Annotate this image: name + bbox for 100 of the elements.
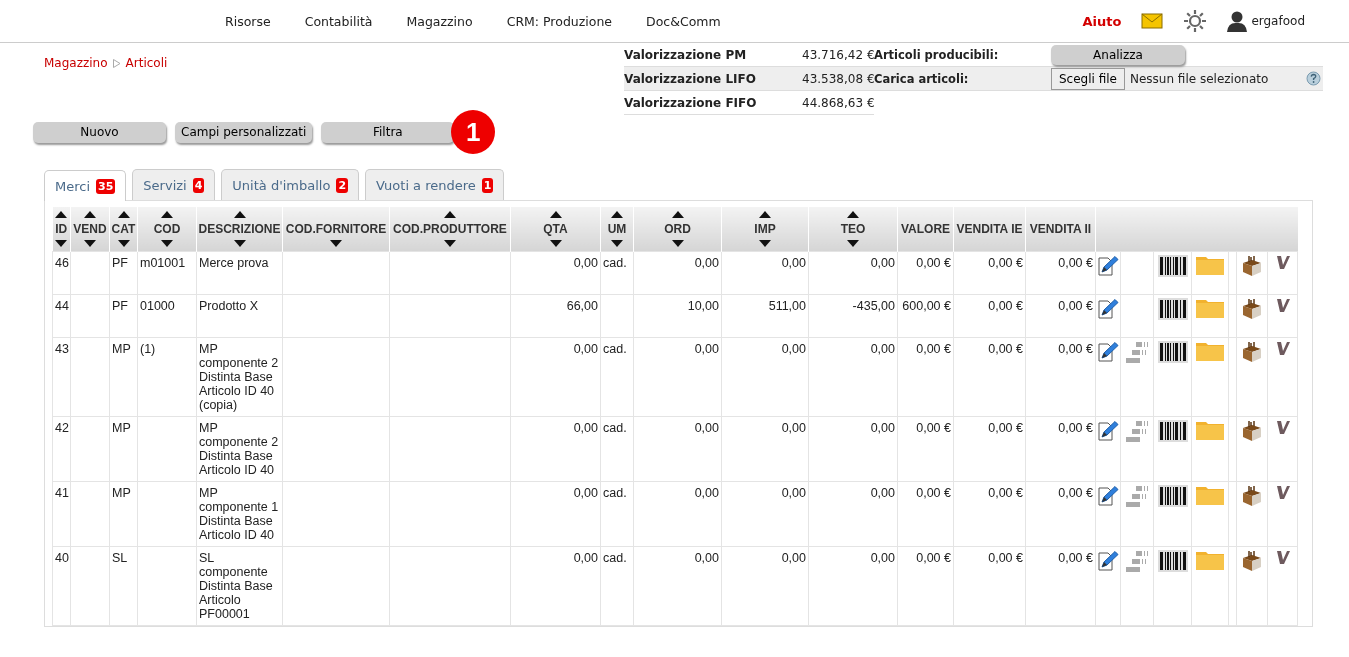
v-icon[interactable]: [1275, 341, 1290, 355]
barcode-icon[interactable]: [1157, 420, 1188, 442]
sort-up-icon[interactable]: [759, 211, 771, 218]
sort-down-icon[interactable]: [161, 240, 173, 247]
barcode-icon[interactable]: [1157, 255, 1188, 277]
column-header[interactable]: COD: [137, 207, 197, 252]
barcode-icon[interactable]: [1157, 341, 1188, 363]
action-button[interactable]: Campi personalizzati: [175, 121, 313, 143]
barcode-icon[interactable]: [1157, 298, 1188, 320]
tab[interactable]: Servizi 4: [132, 169, 216, 200]
barcode-icon[interactable]: [1157, 485, 1188, 507]
table-cell: 0,00 €: [988, 551, 1023, 565]
valuation-value: 43.716,42 €: [802, 47, 874, 62]
nav-link[interactable]: Doc&Comm: [646, 13, 721, 29]
table-cell: 0,00: [781, 421, 806, 435]
choose-file-button[interactable]: Scegli file: [1051, 67, 1125, 90]
analyze-button[interactable]: Analizza: [1051, 44, 1185, 65]
edit-pencil-icon[interactable]: [1097, 298, 1119, 320]
warehouse-box-icon[interactable]: [1241, 420, 1263, 442]
v-icon[interactable]: [1275, 550, 1290, 564]
sort-up-icon[interactable]: [117, 211, 130, 218]
tab[interactable]: Vuoti a rendere 1: [365, 169, 505, 200]
edit-pencil-icon[interactable]: [1097, 485, 1119, 507]
settings-icon[interactable]: [1183, 9, 1208, 33]
table-cell: 0,00: [694, 256, 719, 270]
column-title: DESCRIZIONE: [198, 222, 281, 236]
v-icon[interactable]: [1275, 255, 1290, 269]
sort-up-icon[interactable]: [671, 211, 684, 218]
table-cell: 0,00 €: [1058, 486, 1093, 500]
tab[interactable]: Unità d'imballo 2: [221, 169, 360, 200]
table-cell: PF: [112, 256, 128, 270]
warehouse-box-icon[interactable]: [1241, 255, 1263, 277]
column-header[interactable]: TEO: [808, 207, 898, 252]
column-title: COD.FORNITORE: [285, 222, 387, 236]
warehouse-box-icon[interactable]: [1241, 298, 1263, 320]
column-header[interactable]: ID: [52, 207, 71, 252]
help-link[interactable]: Aiuto: [1082, 13, 1122, 29]
sort-down-icon[interactable]: [847, 240, 859, 247]
column-header[interactable]: COD.PRODUTTORE: [389, 207, 511, 252]
breadcrumb-link[interactable]: Articoli: [125, 56, 168, 70]
column-header[interactable]: QTA: [510, 207, 601, 252]
breadcrumb-link[interactable]: Magazzino: [44, 56, 108, 70]
envelope-icon[interactable]: [1141, 13, 1164, 29]
action-button[interactable]: Nuovo: [33, 121, 166, 143]
edit-pencil-icon[interactable]: [1097, 255, 1119, 277]
column-header[interactable]: UM: [600, 207, 634, 252]
table-cell: 0,00: [694, 551, 719, 565]
column-header[interactable]: VEND: [70, 207, 110, 252]
column-header[interactable]: COD.FORNITORE: [282, 207, 390, 252]
sort-up-icon[interactable]: [444, 211, 456, 218]
edit-pencil-icon[interactable]: [1097, 420, 1119, 442]
column-header[interactable]: ORD: [633, 207, 722, 252]
action-button[interactable]: Filtra: [321, 121, 455, 143]
table-cell: 0,00: [573, 421, 598, 435]
sort-up-icon[interactable]: [549, 211, 562, 218]
sort-down-icon[interactable]: [611, 240, 623, 247]
edit-pencil-icon[interactable]: [1097, 550, 1119, 572]
sort-down-icon[interactable]: [84, 240, 96, 247]
table-cell: Merce prova: [199, 256, 269, 270]
sort-down-icon[interactable]: [549, 240, 562, 247]
warehouse-box-icon[interactable]: [1241, 341, 1263, 363]
nav-link[interactable]: Contabilità: [304, 13, 373, 29]
sort-down-icon[interactable]: [759, 240, 771, 247]
sort-down-icon[interactable]: [671, 240, 684, 247]
valuation-label: Valorizzazione FIFO: [624, 95, 758, 110]
warehouse-box-icon[interactable]: [1241, 485, 1263, 507]
warehouse-box-icon[interactable]: [1241, 550, 1263, 572]
field-label: Carica articoli:: [874, 71, 970, 86]
table-cell: 0,00: [870, 256, 895, 270]
username[interactable]: ergafood: [1251, 14, 1305, 28]
sort-up-icon[interactable]: [55, 211, 68, 218]
sort-up-icon[interactable]: [611, 211, 623, 218]
barcode-icon[interactable]: [1157, 550, 1188, 572]
table-cell: 46: [55, 256, 69, 270]
column-header[interactable]: IMP: [721, 207, 809, 252]
nav-link[interactable]: Magazzino: [406, 13, 473, 29]
sort-up-icon[interactable]: [84, 211, 96, 218]
nav-link[interactable]: Risorse: [225, 13, 271, 29]
sort-down-icon[interactable]: [55, 240, 68, 247]
sort-up-icon[interactable]: [161, 211, 173, 218]
table-cell: 0,00: [573, 256, 598, 270]
column-title: ID: [55, 222, 68, 236]
v-icon[interactable]: [1275, 420, 1290, 434]
sort-down-icon[interactable]: [444, 240, 456, 247]
v-icon[interactable]: [1275, 298, 1290, 312]
sort-down-icon[interactable]: [117, 240, 130, 247]
column-header[interactable]: DESCRIZIONE: [196, 207, 283, 252]
help-icon[interactable]: [1306, 71, 1321, 86]
table-cell: (1): [140, 342, 156, 356]
sort-down-icon[interactable]: [330, 240, 342, 247]
tab[interactable]: Merci 35: [44, 170, 127, 201]
table-cell: cad.: [603, 342, 627, 356]
v-icon[interactable]: [1275, 485, 1290, 499]
sort-up-icon[interactable]: [233, 211, 246, 218]
sort-up-icon[interactable]: [847, 211, 859, 218]
sort-down-icon[interactable]: [233, 240, 246, 247]
nav-link[interactable]: CRM: Produzione: [506, 13, 613, 29]
field-label: Articoli producibili:: [874, 47, 1000, 62]
column-header[interactable]: CAT: [109, 207, 138, 252]
edit-pencil-icon[interactable]: [1097, 341, 1119, 363]
